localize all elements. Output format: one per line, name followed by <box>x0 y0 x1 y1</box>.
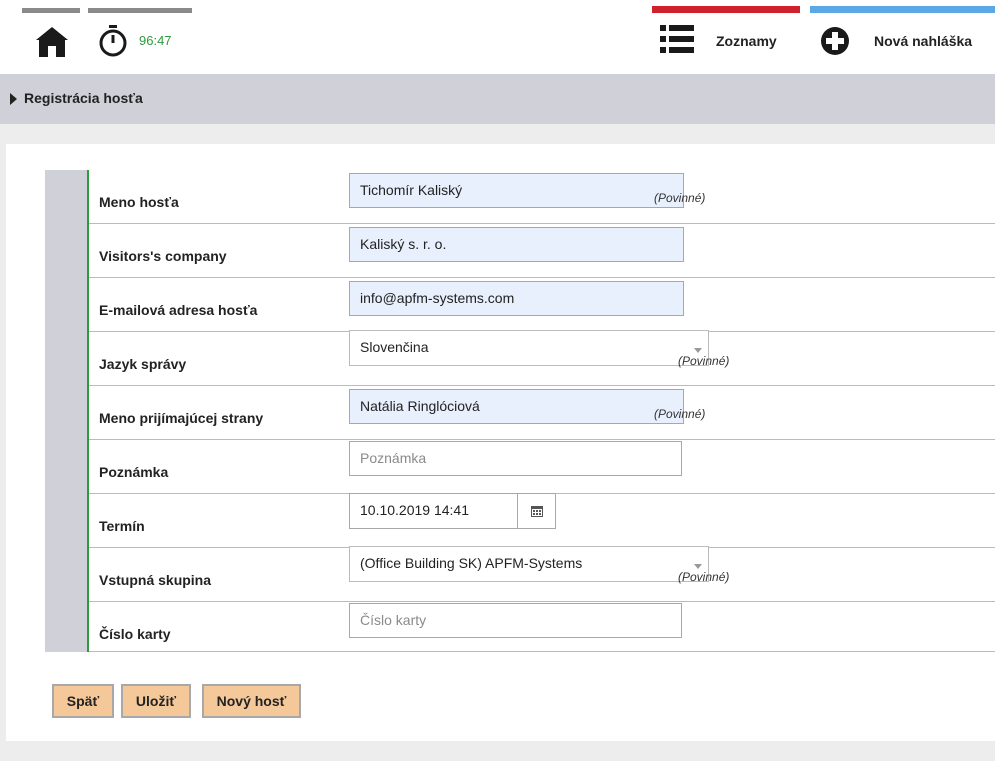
stopwatch-icon <box>99 25 127 57</box>
lists-button[interactable]: Zoznamy <box>660 22 795 62</box>
host-name-input[interactable]: Natália Ringlóciová <box>349 389 684 424</box>
host-name-required: (Povinné) <box>654 407 706 421</box>
tab-indicator-2[interactable] <box>88 8 192 13</box>
guest-name-label: Meno hosťa <box>99 194 179 210</box>
lists-label: Zoznamy <box>716 33 777 49</box>
datetime-input[interactable]: 10.10.2019 14:41 <box>349 493 518 529</box>
form-row-email: E-mailová adresa hosťa info@apfm-systems… <box>89 278 995 332</box>
breadcrumb: Registrácia hosťa <box>0 74 995 124</box>
note-input[interactable]: Poznámka <box>349 441 682 476</box>
entry-group-required: (Povinné) <box>678 570 730 584</box>
form-row-card-number: Číslo karty Číslo karty <box>89 602 995 652</box>
calendar-icon <box>531 506 543 517</box>
entry-group-label: Vstupná skupina <box>99 572 212 588</box>
guest-name-required: (Povinné) <box>654 191 706 205</box>
top-header: 96:47 Zoznamy Nová nahláška <box>0 0 995 74</box>
new-report-indicator <box>810 6 995 13</box>
host-name-label: Meno prijímajúcej strany <box>99 410 264 426</box>
note-label: Poznámka <box>99 464 169 480</box>
form-side-bar <box>45 170 87 652</box>
back-button[interactable]: Späť <box>52 684 114 718</box>
language-select-value: Slovenčina <box>360 339 429 355</box>
form-row-company: Visitors's company Kaliský s. r. o. <box>89 224 995 278</box>
language-required: (Povinné) <box>678 354 730 368</box>
company-label: Visitors's company <box>99 248 227 264</box>
chevron-right-icon[interactable] <box>10 93 17 105</box>
form-row-datetime: Termín 10.10.2019 14:41 <box>89 493 995 548</box>
form-row-host-name: Meno prijímajúcej strany Natália Ringlóc… <box>89 386 995 440</box>
email-input[interactable]: info@apfm-systems.com <box>349 281 684 316</box>
email-label: E-mailová adresa hosťa <box>99 302 258 318</box>
entry-group-select[interactable]: (Office Building SK) APFM-Systems <box>349 546 709 582</box>
form-row-note: Poznámka Poznámka <box>89 440 995 494</box>
new-report-button[interactable]: Nová nahláška <box>820 22 995 62</box>
form-row-guest-name: Meno hosťa Tichomír Kaliský (Povinné) <box>89 170 995 224</box>
tab-indicator-1[interactable] <box>22 8 80 13</box>
save-button[interactable]: Uložiť <box>121 684 191 718</box>
home-icon[interactable] <box>35 26 69 58</box>
guest-registration-form: Meno hosťa Tichomír Kaliský (Povinné) Vi… <box>45 170 995 652</box>
guest-name-input[interactable]: Tichomír Kaliský <box>349 173 684 208</box>
breadcrumb-label[interactable]: Registrácia hosťa <box>24 90 143 106</box>
lists-indicator <box>652 6 800 13</box>
card-number-input[interactable]: Číslo karty <box>349 603 682 638</box>
new-guest-button[interactable]: Nový hosť <box>202 684 301 718</box>
new-report-label: Nová nahláška <box>874 33 973 49</box>
chevron-down-icon <box>694 564 702 569</box>
list-icon <box>660 25 694 53</box>
chevron-down-icon <box>694 348 702 353</box>
calendar-button[interactable] <box>517 493 556 529</box>
form-row-language: Jazyk správy Slovenčina (Povinné) <box>89 330 995 386</box>
language-label: Jazyk správy <box>99 356 187 372</box>
plus-circle-icon <box>821 27 849 55</box>
company-input[interactable]: Kaliský s. r. o. <box>349 227 684 262</box>
entry-group-select-value: (Office Building SK) APFM-Systems <box>360 555 583 571</box>
form-row-entry-group: Vstupná skupina (Office Building SK) APF… <box>89 546 995 602</box>
datetime-label: Termín <box>99 518 145 534</box>
language-select[interactable]: Slovenčina <box>349 330 709 366</box>
session-timer: 96:47 <box>139 33 172 48</box>
card-number-label: Číslo karty <box>99 626 171 642</box>
